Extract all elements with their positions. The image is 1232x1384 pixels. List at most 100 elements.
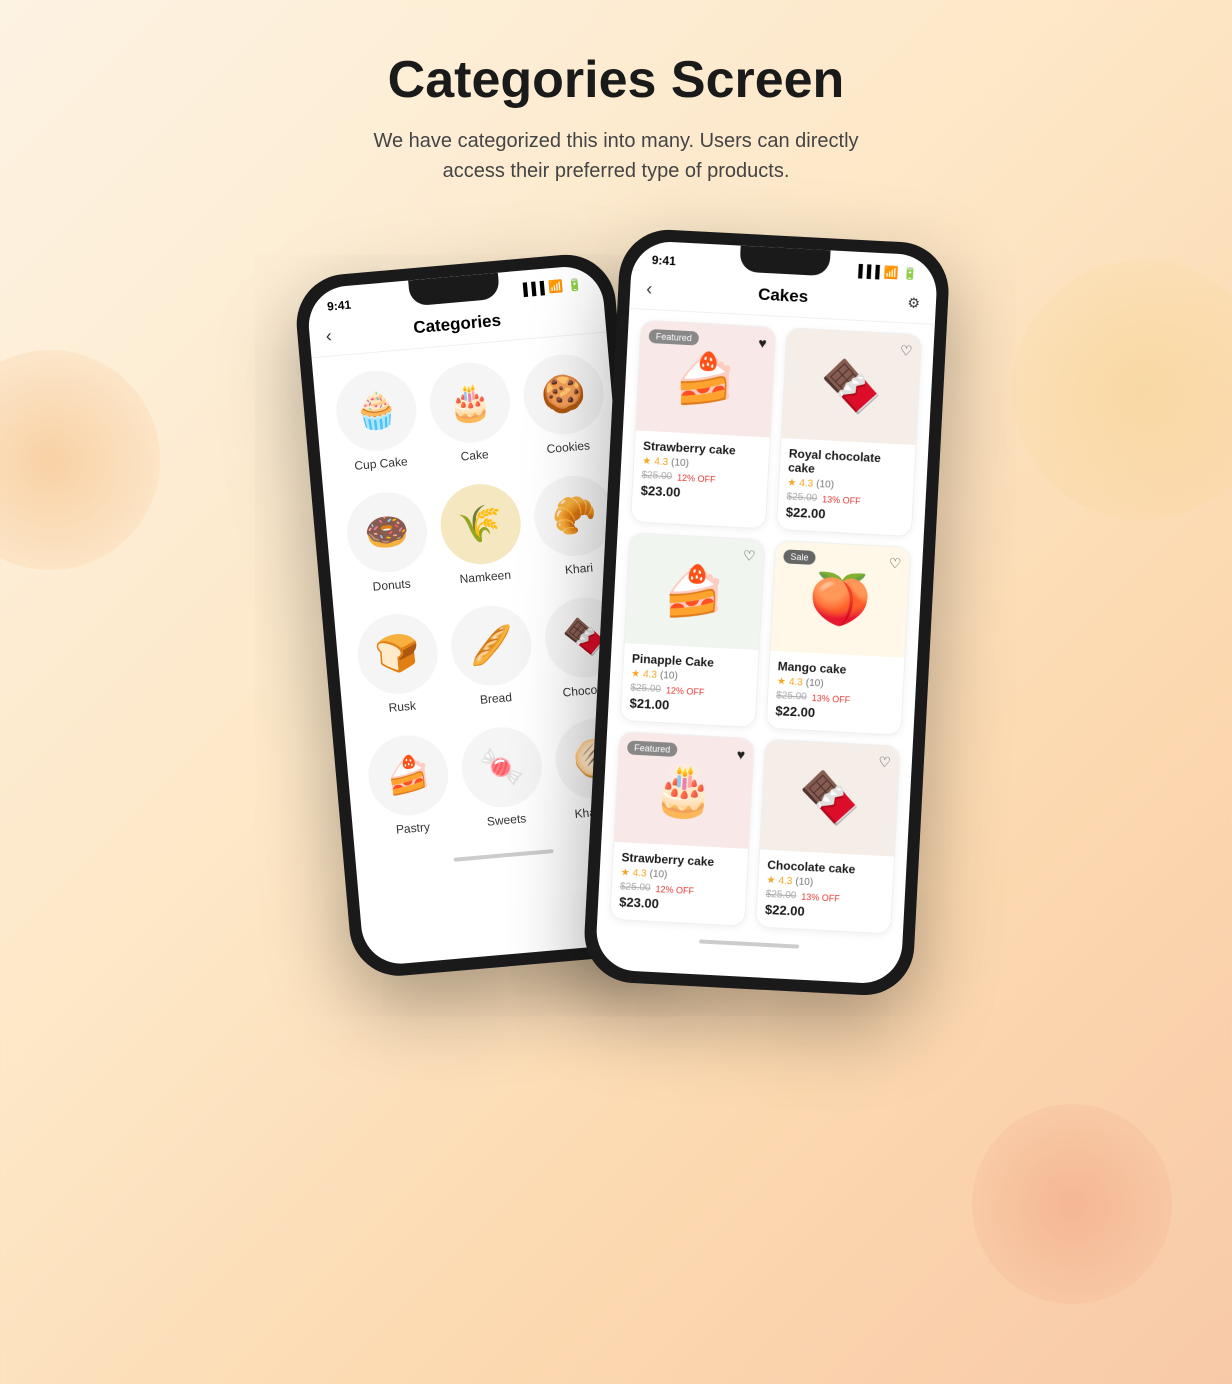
category-icon-cupcake: 🧁 xyxy=(333,367,420,454)
category-label-sweets: Sweets xyxy=(486,811,526,828)
rating-value-4: 4.3 xyxy=(789,677,803,689)
product-card-strawberry-2[interactable]: 🎂 Featured ♥ Strawberry cake ★ 4.3 (10) … xyxy=(609,731,755,927)
rating-value-2: 4.3 xyxy=(799,478,813,490)
rating-count-1: (10) xyxy=(671,457,689,469)
heart-button-1[interactable]: ♥ xyxy=(758,335,767,351)
product-info-pineapple: Pinapple Cake ★ 4.3 (10) $25.00 12% OFF … xyxy=(621,643,759,727)
category-label-khari: Khari xyxy=(564,561,593,577)
decorative-blob-bottom-right xyxy=(972,1104,1172,1304)
original-price-1: $25.00 xyxy=(641,470,672,483)
back-button-left[interactable]: ‹ xyxy=(325,325,333,346)
product-card-choc-2[interactable]: 🍫 ♡ Chocolate cake ★ 4.3 (10) $25.00 13%… xyxy=(755,739,901,935)
category-label-rusk: Rusk xyxy=(388,698,416,714)
category-label-cookies: Cookies xyxy=(546,438,590,456)
category-item-cake[interactable]: 🎂 Cake xyxy=(422,351,520,474)
rating-value-3: 4.3 xyxy=(643,669,657,681)
category-label-bread: Bread xyxy=(479,690,512,707)
heart-button-5[interactable]: ♥ xyxy=(736,746,745,762)
wifi-icon-right: 📶 xyxy=(883,265,899,280)
battery-icon-right: 🔋 xyxy=(902,266,918,281)
product-info-strawberry: Strawberry cake ★ 4.3 (10) $25.00 12% OF… xyxy=(632,430,770,514)
product-img-strawberry: 🍰 Featured ♥ xyxy=(636,321,776,438)
heart-button-2[interactable]: ♡ xyxy=(899,342,912,360)
category-item-sweets[interactable]: 🍬 Sweets xyxy=(454,716,552,839)
phones-container: 9:41 ▐▐▐ 📶 🔋 ‹ Categories 🧁 Cup Cake 🎂 xyxy=(0,246,1232,1000)
product-badge-featured-1: Featured xyxy=(648,329,699,346)
rating-count-3: (10) xyxy=(660,670,678,682)
category-item-cupcake[interactable]: 🧁 Cup Cake xyxy=(328,359,426,482)
products-grid: 🍰 Featured ♥ Strawberry cake ★ 4.3 (10) … xyxy=(597,309,935,944)
category-icon-sweets: 🍬 xyxy=(459,724,546,811)
status-icons-right: ▐▐▐ 📶 🔋 xyxy=(854,264,918,281)
product-info-strawberry-2: Strawberry cake ★ 4.3 (10) $25.00 12% OF… xyxy=(610,842,748,926)
discount-5: 12% OFF xyxy=(655,884,694,896)
heart-button-6[interactable]: ♡ xyxy=(878,754,891,772)
product-info-choc-2: Chocolate cake ★ 4.3 (10) $25.00 13% OFF… xyxy=(756,849,894,933)
star-icon-6: ★ xyxy=(766,875,776,886)
star-icon-4: ★ xyxy=(777,676,787,687)
filter-button[interactable]: ⚙ xyxy=(907,294,920,312)
phone-cakes: 9:41 ▐▐▐ 📶 🔋 ‹ Cakes ⚙ 🍰 Featured xyxy=(582,227,951,997)
discount-4: 13% OFF xyxy=(811,692,850,704)
category-item-bread[interactable]: 🥖 Bread xyxy=(443,594,541,717)
discount-1: 12% OFF xyxy=(677,472,716,484)
product-img-choc-2: 🍫 ♡ xyxy=(760,740,900,857)
original-price-4: $25.00 xyxy=(776,690,807,703)
product-info-mango: Mango cake ★ 4.3 (10) $25.00 13% OFF $22… xyxy=(767,651,905,735)
product-img-mango: 🍑 Sale ♡ xyxy=(771,541,911,658)
time-right: 9:41 xyxy=(651,253,676,268)
original-price-5: $25.00 xyxy=(620,881,651,894)
product-img-strawberry-2: 🎂 Featured ♥ xyxy=(614,732,754,849)
category-icon-cookies: 🍪 xyxy=(520,351,607,438)
categories-screen-title: Categories xyxy=(413,311,502,339)
page-header: Categories Screen We have categorized th… xyxy=(0,0,1232,216)
category-icon-rusk: 🍞 xyxy=(354,611,441,698)
category-icon-cake: 🎂 xyxy=(427,359,514,446)
category-label-donuts: Donuts xyxy=(372,576,411,593)
battery-icon: 🔋 xyxy=(567,277,583,292)
page-subtitle: We have categorized this into many. User… xyxy=(346,126,886,186)
product-card-strawberry[interactable]: 🍰 Featured ♥ Strawberry cake ★ 4.3 (10) … xyxy=(630,320,776,530)
rating-value-5: 4.3 xyxy=(632,868,646,880)
star-icon-1: ★ xyxy=(642,456,652,467)
category-item-donuts[interactable]: 🍩 Donuts xyxy=(339,481,437,604)
discount-2: 13% OFF xyxy=(822,494,861,506)
star-icon-5: ★ xyxy=(620,867,630,878)
category-label-cupcake: Cup Cake xyxy=(354,454,408,473)
back-button-right[interactable]: ‹ xyxy=(646,278,653,299)
product-info-royal-choc: Royal chocolate cake ★ 4.3 (10) $25.00 1… xyxy=(777,438,916,536)
discount-3: 12% OFF xyxy=(666,685,705,697)
category-icon-donuts: 🍩 xyxy=(344,489,431,576)
signal-icon: ▐▐▐ xyxy=(518,281,545,297)
cakes-screen: 9:41 ▐▐▐ 📶 🔋 ‹ Cakes ⚙ 🍰 Featured xyxy=(595,240,939,985)
status-icons-left: ▐▐▐ 📶 🔋 xyxy=(518,277,582,296)
category-item-cookies[interactable]: 🍪 Cookies xyxy=(516,343,614,466)
discount-6: 13% OFF xyxy=(801,891,840,903)
star-icon-3: ★ xyxy=(631,668,641,679)
product-badge-featured-5: Featured xyxy=(627,740,678,757)
category-item-pastry[interactable]: 🍰 Pastry xyxy=(360,724,458,847)
category-label-pastry: Pastry xyxy=(395,820,430,837)
product-badge-sale-4: Sale xyxy=(783,549,816,565)
original-price-6: $25.00 xyxy=(765,889,796,902)
category-icon-namkeen: 🌾 xyxy=(437,481,524,568)
heart-button-3[interactable]: ♡ xyxy=(742,547,755,565)
product-img-royal-choc: 🍫 ♡ xyxy=(782,328,922,445)
star-icon-2: ★ xyxy=(787,477,797,488)
page-title: Categories Screen xyxy=(20,50,1212,110)
product-card-mango[interactable]: 🍑 Sale ♡ Mango cake ★ 4.3 (10) $25.00 xyxy=(765,540,911,736)
rating-count-4: (10) xyxy=(805,678,823,690)
notch-right xyxy=(739,246,830,277)
home-indicator-left xyxy=(454,849,554,862)
product-name-royal-choc: Royal chocolate cake xyxy=(788,446,907,480)
category-item-namkeen[interactable]: 🌾 Namkeen xyxy=(433,472,531,595)
category-icon-pastry: 🍰 xyxy=(365,732,452,819)
rating-count-2: (10) xyxy=(816,479,834,491)
cakes-screen-title: Cakes xyxy=(758,285,809,308)
product-card-royal-choc[interactable]: 🍫 ♡ Royal chocolate cake ★ 4.3 (10) $25.… xyxy=(776,327,922,537)
wifi-icon: 📶 xyxy=(548,279,564,294)
product-card-pineapple[interactable]: 🍰 ♡ Pinapple Cake ★ 4.3 (10) $25.00 12% … xyxy=(620,532,766,728)
rating-value-1: 4.3 xyxy=(654,456,668,468)
heart-button-4[interactable]: ♡ xyxy=(888,555,901,573)
category-item-rusk[interactable]: 🍞 Rusk xyxy=(350,602,448,725)
